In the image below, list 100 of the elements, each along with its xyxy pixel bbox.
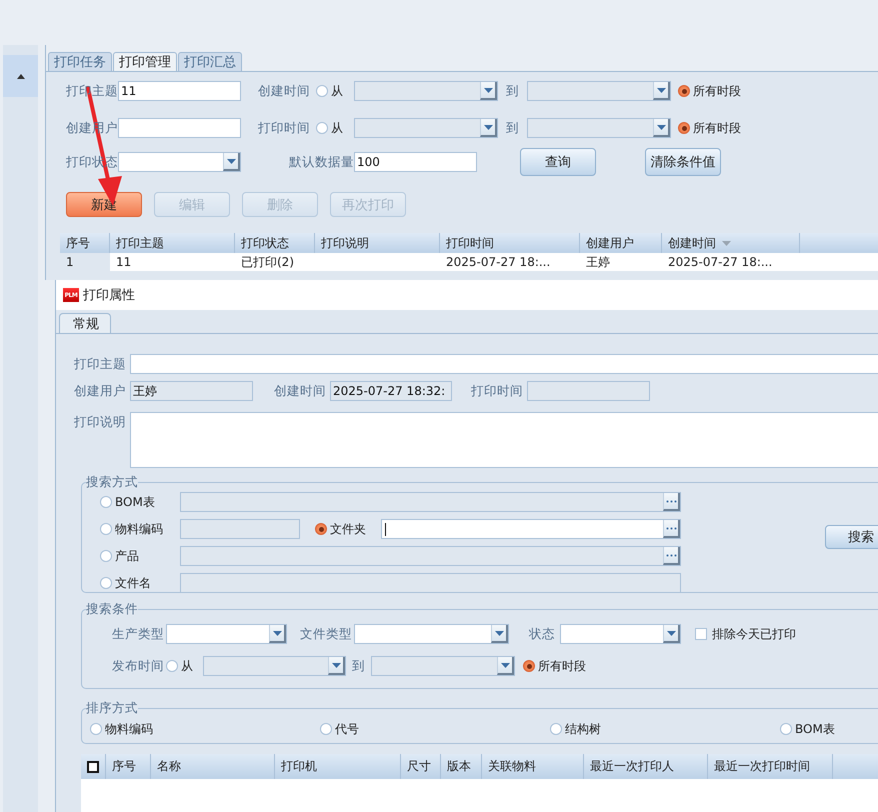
search-mode-radio[interactable]: BOM表 bbox=[100, 494, 180, 510]
text-field[interactable] bbox=[118, 118, 241, 138]
date-combo[interactable] bbox=[354, 81, 498, 101]
table-cell-text: 王婷 bbox=[585, 254, 611, 270]
from-radio[interactable]: 从 bbox=[316, 82, 354, 100]
path-field[interactable] bbox=[180, 573, 681, 593]
sort-radio[interactable]: 代号 bbox=[320, 720, 550, 738]
field-label: 发布时间 bbox=[112, 658, 165, 674]
table-cell-text: 2025-07-27 18:... bbox=[445, 254, 552, 271]
exclude-checkbox[interactable]: 排除今天已打印 bbox=[695, 626, 796, 642]
column-header[interactable]: 序号 bbox=[60, 233, 110, 253]
search-mode-radio[interactable]: 文件名 bbox=[100, 574, 180, 592]
ellipsis-icon bbox=[666, 526, 676, 530]
all-periods-radio[interactable]: 所有时段 bbox=[523, 658, 586, 674]
dropdown-arrow-icon bbox=[500, 662, 510, 668]
sort-radio[interactable]: 物料编码 bbox=[90, 720, 320, 738]
table-cell-text: 11 bbox=[115, 254, 132, 271]
section-title: 搜索条件 bbox=[86, 601, 138, 618]
filter-combo[interactable] bbox=[166, 624, 287, 644]
to-label: 到 bbox=[505, 120, 520, 136]
from-radio[interactable]: 从 bbox=[166, 658, 203, 674]
all-periods-radio[interactable]: 所有时段 bbox=[678, 120, 741, 136]
table-cell: 1 bbox=[60, 253, 110, 271]
date-combo[interactable] bbox=[203, 656, 346, 676]
dropdown-arrow-icon bbox=[666, 630, 676, 636]
status-combo[interactable] bbox=[118, 152, 241, 172]
readonly-field: 王婷 bbox=[130, 381, 253, 401]
column-header[interactable]: 序号 bbox=[106, 754, 151, 779]
column-header[interactable]: 打印时间 bbox=[440, 233, 580, 253]
tab[interactable]: 打印任务 bbox=[48, 52, 112, 71]
date-combo[interactable] bbox=[371, 656, 515, 676]
from-radio[interactable]: 从 bbox=[316, 120, 354, 136]
date-combo[interactable] bbox=[354, 118, 498, 138]
dropdown-arrow-icon bbox=[226, 158, 236, 164]
column-header[interactable]: 版本 bbox=[441, 754, 482, 779]
column-header[interactable]: 名称 bbox=[151, 754, 275, 779]
table-cell-text: 2025-07-27 18:... bbox=[667, 254, 774, 271]
date-combo[interactable] bbox=[527, 81, 671, 101]
tab[interactable]: 打印汇总 bbox=[178, 52, 242, 71]
column-header[interactable]: 打印状态 bbox=[235, 233, 315, 253]
column-header[interactable]: 打印说明 bbox=[315, 233, 440, 253]
column-header[interactable]: 关联物料 bbox=[482, 754, 584, 779]
select-all-checkbox[interactable] bbox=[87, 760, 99, 772]
column-header[interactable]: 最近一次打印人 bbox=[584, 754, 708, 779]
filter-combo[interactable] bbox=[560, 624, 681, 644]
column-header[interactable]: 创建用户 bbox=[580, 233, 662, 253]
field-label: 打印主题 bbox=[74, 356, 127, 372]
date-combo[interactable] bbox=[527, 118, 671, 138]
tab[interactable]: 常规 bbox=[59, 313, 111, 333]
path-field[interactable] bbox=[180, 546, 681, 566]
dropdown-arrow-icon bbox=[484, 88, 492, 92]
action-button[interactable]: 清除条件值 bbox=[645, 148, 721, 176]
field-label: 状态 bbox=[529, 626, 556, 642]
subject-field[interactable] bbox=[130, 354, 878, 374]
filter-combo[interactable] bbox=[354, 624, 509, 644]
field-label: 创建时间 bbox=[258, 82, 311, 100]
dropdown-arrow-icon bbox=[494, 630, 504, 636]
column-header[interactable]: 最近一次打印时间 bbox=[708, 754, 833, 779]
field-label: 打印时间 bbox=[258, 120, 311, 136]
field-label: 文件类型 bbox=[300, 626, 353, 642]
field-label: 创建时间 bbox=[274, 382, 327, 400]
field-label: 打印时间 bbox=[471, 382, 524, 400]
field-label: 创建用户 bbox=[74, 382, 127, 400]
search-mode-radio[interactable]: 产品 bbox=[100, 548, 180, 564]
column-header[interactable]: 创建时间 bbox=[662, 233, 800, 253]
dropdown-arrow-icon bbox=[484, 124, 492, 130]
path-field[interactable] bbox=[180, 519, 300, 539]
ellipsis-icon bbox=[666, 554, 676, 556]
section-title: 排序方式 bbox=[86, 700, 138, 717]
table-cell-text: 已打印(2) bbox=[240, 254, 295, 270]
to-label: 到 bbox=[505, 82, 520, 100]
to-label: 到 bbox=[351, 658, 366, 674]
text-field[interactable]: 100 bbox=[354, 152, 477, 172]
all-periods-radio[interactable]: 所有时段 bbox=[678, 82, 741, 100]
search-mode-radio[interactable]: 物料编码 bbox=[100, 520, 180, 538]
sort-radio[interactable]: BOM表 bbox=[780, 720, 878, 738]
description-field[interactable] bbox=[130, 412, 878, 468]
sort-radio[interactable]: 结构树 bbox=[550, 720, 780, 738]
collapse-up-icon[interactable] bbox=[16, 74, 24, 78]
path-field[interactable] bbox=[381, 519, 681, 539]
section-title: 搜索方式 bbox=[86, 474, 138, 491]
tab[interactable]: 打印管理 bbox=[113, 52, 177, 71]
ellipsis-icon bbox=[666, 500, 676, 502]
dropdown-arrow-icon bbox=[656, 124, 666, 130]
column-header[interactable]: 尺寸 bbox=[401, 754, 441, 779]
dropdown-arrow-icon bbox=[656, 88, 666, 92]
column-header[interactable]: 打印主题 bbox=[110, 233, 235, 253]
field-label: 默认数据量 bbox=[288, 154, 354, 170]
action-button[interactable]: 查询 bbox=[520, 148, 596, 176]
column-header[interactable]: 打印机 bbox=[275, 754, 401, 779]
text-field[interactable]: 11 bbox=[118, 81, 241, 101]
search-button[interactable]: 搜索 bbox=[825, 525, 878, 549]
field-label: 打印说明 bbox=[74, 414, 127, 431]
dialog-title: 打印属性 bbox=[83, 287, 135, 304]
field-label: 生产类型 bbox=[112, 626, 165, 642]
dropdown-arrow-icon bbox=[332, 662, 340, 668]
search-mode-radio[interactable]: 文件夹 bbox=[315, 520, 381, 538]
readonly-field: 2025-07-27 18:32: bbox=[330, 381, 452, 401]
sort-down-icon bbox=[722, 240, 731, 246]
path-field[interactable] bbox=[180, 492, 681, 512]
